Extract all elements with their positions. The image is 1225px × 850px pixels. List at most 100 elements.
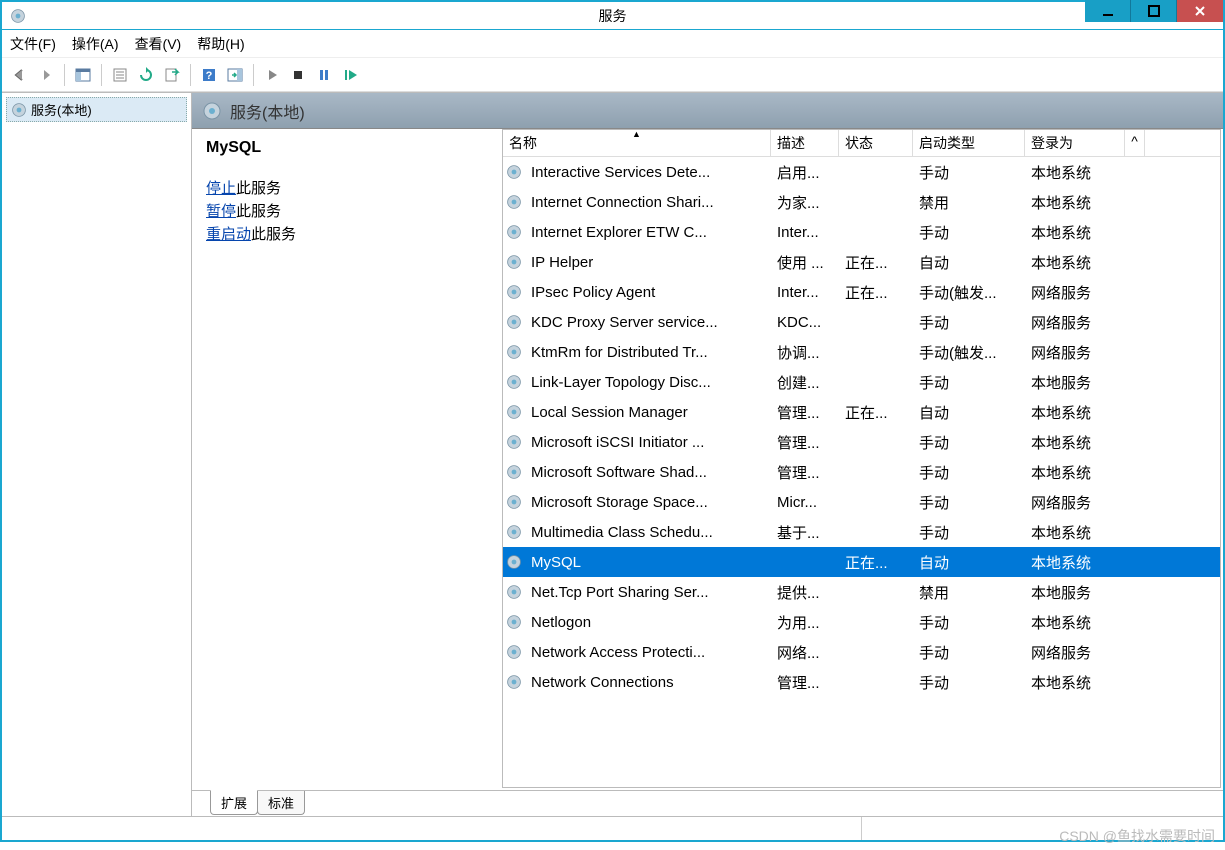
service-desc: 为家... xyxy=(771,192,839,213)
selected-service-title: MySQL xyxy=(206,139,488,157)
service-startup: 手动 xyxy=(913,312,1025,333)
menu-help[interactable]: 帮助(H) xyxy=(197,34,244,54)
service-logon: 本地系统 xyxy=(1025,612,1125,633)
service-name: KDC Proxy Server service... xyxy=(525,314,771,331)
service-logon: 本地服务 xyxy=(1025,372,1125,393)
service-name: Microsoft Storage Space... xyxy=(525,494,771,511)
back-button[interactable] xyxy=(8,63,32,87)
service-startup: 手动 xyxy=(913,522,1025,543)
table-row[interactable]: Network Connections管理...手动本地系统 xyxy=(503,667,1220,697)
table-row[interactable]: Microsoft Software Shad...管理...手动本地系统 xyxy=(503,457,1220,487)
col-status[interactable]: 状态 xyxy=(839,130,913,156)
tab-extended[interactable]: 扩展 xyxy=(210,790,258,815)
service-name: Internet Connection Shari... xyxy=(525,194,771,211)
action-pane-button[interactable] xyxy=(223,63,247,87)
table-row[interactable]: Microsoft Storage Space...Micr...手动网络服务 xyxy=(503,487,1220,517)
col-scroll-up[interactable]: ^ xyxy=(1125,130,1145,156)
table-row[interactable]: Local Session Manager管理...正在...自动本地系统 xyxy=(503,397,1220,427)
gear-icon xyxy=(503,614,525,630)
stop-suffix: 此服务 xyxy=(236,180,281,197)
table-row[interactable]: Internet Connection Shari...为家...禁用本地系统 xyxy=(503,187,1220,217)
table-row[interactable]: Network Access Protecti...网络...手动网络服务 xyxy=(503,637,1220,667)
export-button[interactable] xyxy=(160,63,184,87)
service-desc: 提供... xyxy=(771,582,839,603)
table-row[interactable]: Link-Layer Topology Disc...创建...手动本地服务 xyxy=(503,367,1220,397)
tree-root-label: 服务(本地) xyxy=(31,100,92,119)
service-startup: 手动 xyxy=(913,492,1025,513)
service-startup: 手动 xyxy=(913,222,1025,243)
col-startup[interactable]: 启动类型 xyxy=(913,130,1025,156)
service-desc: 为用... xyxy=(771,612,839,633)
table-row[interactable]: IPsec Policy AgentInter...正在...手动(触发...网… xyxy=(503,277,1220,307)
menu-action[interactable]: 操作(A) xyxy=(72,34,119,54)
table-row[interactable]: Net.Tcp Port Sharing Ser...提供...禁用本地服务 xyxy=(503,577,1220,607)
menu-view[interactable]: 查看(V) xyxy=(135,34,182,54)
col-logon[interactable]: 登录为 xyxy=(1025,130,1125,156)
close-button[interactable] xyxy=(1177,0,1223,22)
gear-icon xyxy=(11,102,27,118)
service-startup: 自动 xyxy=(913,402,1025,423)
sort-indicator-icon: ▲ xyxy=(632,130,641,139)
table-row[interactable]: Microsoft iSCSI Initiator ...管理...手动本地系统 xyxy=(503,427,1220,457)
restart-link[interactable]: 重启动 xyxy=(206,226,251,243)
table-row[interactable]: KtmRm for Distributed Tr...协调...手动(触发...… xyxy=(503,337,1220,367)
col-desc[interactable]: 描述 xyxy=(771,130,839,156)
service-desc: Micr... xyxy=(771,494,839,511)
menu-file[interactable]: 文件(F) xyxy=(10,34,56,54)
window-title: 服务 xyxy=(599,6,627,26)
refresh-button[interactable] xyxy=(134,63,158,87)
table-row[interactable]: MySQL 正在...自动本地系统 xyxy=(503,547,1220,577)
table-row[interactable]: Multimedia Class Schedu...基于...手动本地系统 xyxy=(503,517,1220,547)
list-body[interactable]: Interactive Services Dete...启用...手动本地系统I… xyxy=(503,157,1220,787)
stop-link[interactable]: 停止 xyxy=(206,180,236,197)
service-status: 正在... xyxy=(839,552,913,573)
pause-suffix: 此服务 xyxy=(236,203,281,220)
service-desc: 管理... xyxy=(771,462,839,483)
service-logon: 网络服务 xyxy=(1025,342,1125,363)
service-logon: 本地系统 xyxy=(1025,462,1125,483)
service-logon: 本地系统 xyxy=(1025,222,1125,243)
table-row[interactable]: Interactive Services Dete...启用...手动本地系统 xyxy=(503,157,1220,187)
start-service-button[interactable] xyxy=(260,63,284,87)
service-name: KtmRm for Distributed Tr... xyxy=(525,344,771,361)
forward-button[interactable] xyxy=(34,63,58,87)
pause-service-button[interactable] xyxy=(312,63,336,87)
table-row[interactable]: Netlogon为用...手动本地系统 xyxy=(503,607,1220,637)
service-desc: Inter... xyxy=(771,224,839,241)
gear-icon xyxy=(503,254,525,270)
pause-link[interactable]: 暂停 xyxy=(206,203,236,220)
restart-service-button[interactable] xyxy=(338,63,362,87)
minimize-button[interactable] xyxy=(1085,0,1131,22)
service-desc: 使用 ... xyxy=(771,252,839,273)
maximize-button[interactable] xyxy=(1131,0,1177,22)
col-name[interactable]: 名称▲ xyxy=(503,130,771,156)
service-startup: 自动 xyxy=(913,552,1025,573)
service-startup: 手动 xyxy=(913,642,1025,663)
list-header: 名称▲ 描述 状态 启动类型 登录为 ^ xyxy=(503,130,1220,157)
service-startup: 手动 xyxy=(913,612,1025,633)
service-startup: 自动 xyxy=(913,252,1025,273)
service-startup: 手动 xyxy=(913,162,1025,183)
gear-icon xyxy=(503,494,525,510)
service-name: MySQL xyxy=(525,554,771,571)
service-name: Network Access Protecti... xyxy=(525,644,771,661)
service-logon: 本地系统 xyxy=(1025,522,1125,543)
table-row[interactable]: Internet Explorer ETW C...Inter...手动本地系统 xyxy=(503,217,1220,247)
tab-standard[interactable]: 标准 xyxy=(257,791,305,815)
gear-icon xyxy=(503,584,525,600)
service-logon: 本地系统 xyxy=(1025,402,1125,423)
tree-root-item[interactable]: 服务(本地) xyxy=(6,97,187,122)
gear-icon xyxy=(503,644,525,660)
table-row[interactable]: KDC Proxy Server service...KDC...手动网络服务 xyxy=(503,307,1220,337)
help-button[interactable]: ? xyxy=(197,63,221,87)
service-logon: 本地系统 xyxy=(1025,672,1125,693)
service-logon: 本地系统 xyxy=(1025,552,1125,573)
show-hide-tree-button[interactable] xyxy=(71,63,95,87)
stop-service-button[interactable] xyxy=(286,63,310,87)
service-name: Link-Layer Topology Disc... xyxy=(525,374,771,391)
service-desc: 协调... xyxy=(771,342,839,363)
gear-icon xyxy=(503,344,525,360)
table-row[interactable]: IP Helper使用 ...正在...自动本地系统 xyxy=(503,247,1220,277)
gear-icon xyxy=(503,194,525,210)
properties-button[interactable] xyxy=(108,63,132,87)
